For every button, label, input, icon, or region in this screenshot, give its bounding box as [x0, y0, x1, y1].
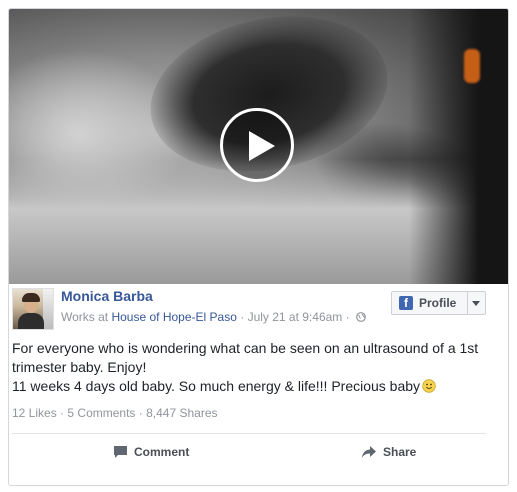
- post-text: For everyone who is wondering what can b…: [12, 339, 488, 396]
- author-name[interactable]: Monica Barba: [61, 288, 153, 304]
- works-at-prefix: Works at: [61, 310, 109, 324]
- share-button-label: Share: [383, 445, 417, 459]
- share-button[interactable]: Share: [361, 445, 416, 465]
- actions-divider: [12, 433, 486, 434]
- post-timestamp[interactable]: July 21 at 9:46am: [248, 310, 343, 324]
- stats-separator-2: ·: [138, 406, 143, 420]
- chevron-down-icon[interactable]: [472, 301, 480, 306]
- avatar-bg: [43, 289, 53, 329]
- likes-count[interactable]: 12 Likes: [12, 406, 57, 420]
- shares-count[interactable]: 8,447 Shares: [146, 406, 217, 420]
- avatar-hair: [22, 293, 40, 302]
- post-meta: Works at House of Hope-El Paso · July 21…: [61, 310, 366, 324]
- comment-icon: [114, 446, 127, 458]
- play-icon: [249, 131, 275, 161]
- avatar-body: [18, 313, 44, 329]
- globe-icon: [356, 312, 366, 322]
- post-text-line-2: 11 weeks 4 days old baby. So much energy…: [12, 378, 421, 394]
- meta-separator: ·: [240, 310, 245, 324]
- facebook-icon: f: [399, 296, 413, 310]
- post-text-line-2-wrap: 11 weeks 4 days old baby. So much energy…: [12, 377, 488, 396]
- workplace-link[interactable]: House of Hope-El Paso: [111, 310, 236, 324]
- meta-separator-2: ·: [345, 310, 350, 324]
- profile-button-divider: [467, 292, 468, 314]
- avatar[interactable]: [12, 288, 54, 330]
- video-frame-edge: [409, 9, 508, 284]
- post-text-line-1: For everyone who is wondering what can b…: [12, 340, 479, 375]
- video-frame-marker: [464, 49, 480, 83]
- comments-count[interactable]: 5 Comments: [67, 406, 135, 420]
- video-player[interactable]: [9, 9, 508, 284]
- comment-button[interactable]: Comment: [113, 445, 189, 465]
- share-icon: [362, 446, 376, 458]
- profile-button-label: Profile: [419, 296, 457, 310]
- play-button[interactable]: [220, 108, 294, 182]
- post-stats: 12 Likes · 5 Comments · 8,447 Shares: [12, 406, 218, 420]
- comment-button-label: Comment: [134, 445, 190, 459]
- profile-button[interactable]: f Profile: [391, 291, 486, 315]
- smiley-icon: [422, 379, 436, 393]
- stats-separator: ·: [60, 406, 65, 420]
